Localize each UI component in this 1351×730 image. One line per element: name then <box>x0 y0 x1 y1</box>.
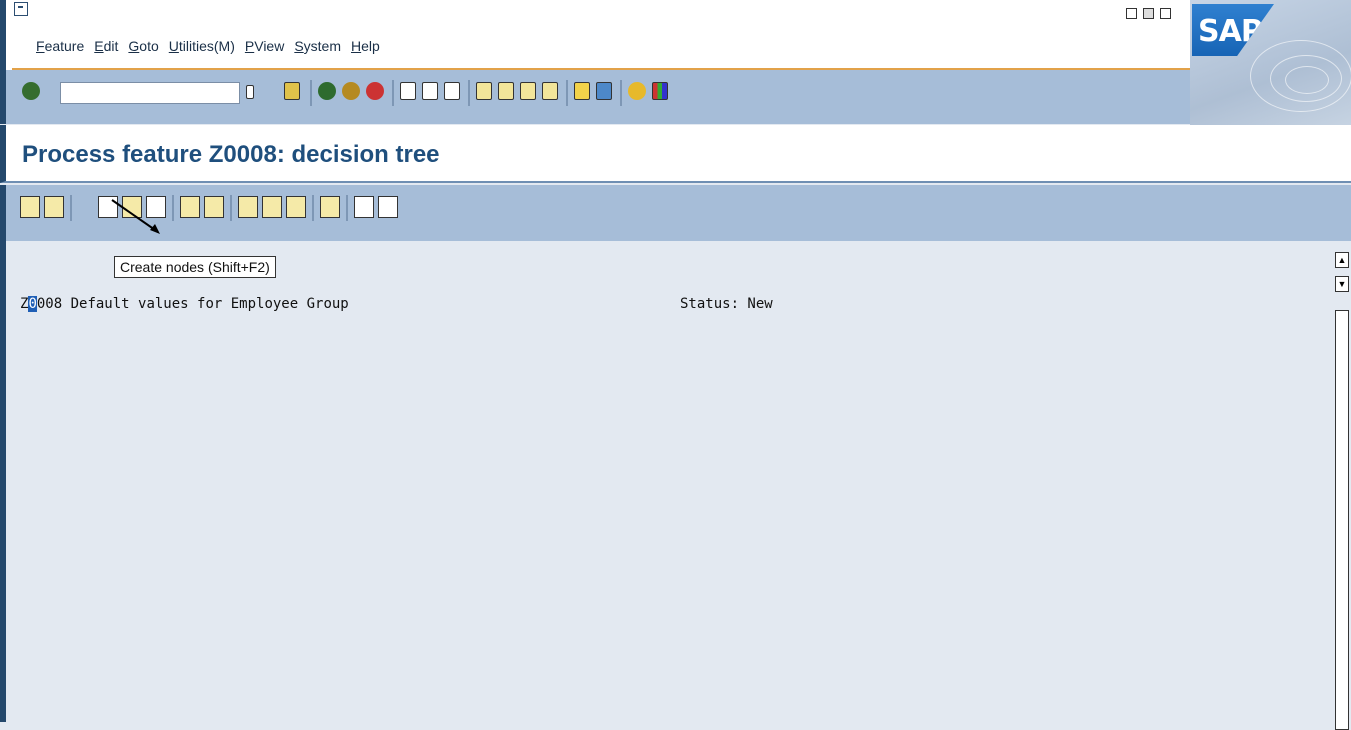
status-label: Status: New <box>680 296 773 312</box>
pointer-arrow-icon <box>111 199 160 234</box>
tree-node-text: 008 Default values for Employee Group <box>36 296 349 312</box>
text-cursor: 0 <box>28 296 37 312</box>
scroll-track[interactable] <box>1335 310 1349 730</box>
tree-node-line[interactable]: Z0008 Default values for Employee Group <box>20 296 349 312</box>
scroll-up-icon[interactable]: ▲ <box>1335 252 1349 268</box>
scroll-down-icon[interactable]: ▼ <box>1335 276 1349 292</box>
vertical-scrollbar[interactable]: ▲ ▼ <box>1335 252 1349 730</box>
